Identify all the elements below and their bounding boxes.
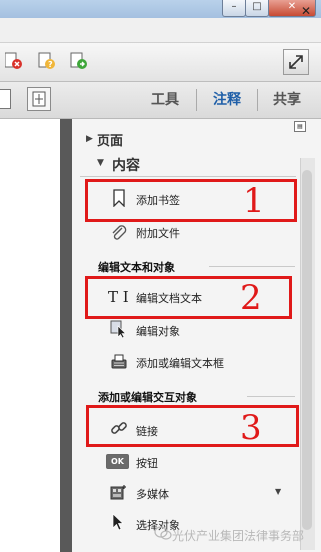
wechat-logo-icon (154, 526, 172, 540)
page-view-icon[interactable] (0, 89, 11, 109)
edit-object-icon (110, 320, 127, 338)
divider (209, 266, 295, 267)
annotation-box-3 (86, 405, 299, 447)
svg-text:?: ? (48, 60, 53, 69)
export-page-icon[interactable] (70, 52, 88, 70)
section-pages[interactable]: 页面 (97, 130, 123, 149)
dropdown-arrow-icon[interactable]: ▼ (275, 487, 281, 496)
close-icon[interactable]: ✕ (301, 4, 311, 18)
tab-share[interactable]: 共享 (258, 82, 316, 118)
paperclip-icon (112, 225, 127, 240)
minimize-button[interactable]: – (222, 0, 246, 17)
watermark-text: 光伏产业集团法律事务部 (172, 529, 305, 543)
group-header-interactive-objects: 添加或编辑交互对象 (98, 391, 197, 404)
fit-page-icon (32, 91, 46, 107)
tab-divider (196, 89, 197, 111)
annotation-number-1: 1 (243, 181, 265, 221)
multimedia-item[interactable]: 多媒体 (136, 486, 169, 502)
group-header-edit-text-objects: 编辑文本和对象 (98, 261, 175, 274)
ok-button-icon: OK (106, 454, 129, 469)
expand-icon (289, 55, 303, 69)
expand-button[interactable] (283, 49, 309, 75)
help-page-icon[interactable]: ? (38, 52, 56, 70)
tab-comment[interactable]: 注释 (200, 82, 254, 118)
divider (80, 176, 296, 177)
annotation-number-3: 3 (240, 408, 262, 448)
cursor-arrow-icon (112, 513, 124, 531)
annotation-box-1 (85, 179, 297, 222)
collapse-triangle-icon[interactable]: ▶ (86, 134, 93, 144)
maximize-button[interactable]: □ (245, 0, 269, 17)
scrollbar-thumb[interactable] (302, 170, 312, 530)
tab-tools[interactable]: 工具 (138, 82, 192, 118)
expand-triangle-icon[interactable]: ▼ (97, 158, 104, 168)
attach-file-item[interactable]: 附加文件 (136, 225, 180, 241)
document-page[interactable] (0, 119, 60, 552)
panel-menu-icon[interactable]: ▤ (294, 121, 306, 132)
fit-page-button[interactable] (27, 87, 51, 111)
section-content[interactable]: 内容 (112, 155, 140, 175)
document-pane-bar (0, 18, 321, 43)
annotation-number-2: 2 (240, 278, 262, 318)
add-edit-textbox-item[interactable]: 添加或编辑文本框 (136, 355, 224, 371)
delete-page-icon[interactable] (5, 52, 23, 70)
button-item[interactable]: 按钮 (136, 455, 158, 471)
edit-object-item[interactable]: 编辑对象 (136, 323, 180, 339)
multimedia-icon (110, 485, 126, 500)
divider (247, 396, 295, 397)
typewriter-icon (111, 354, 127, 369)
